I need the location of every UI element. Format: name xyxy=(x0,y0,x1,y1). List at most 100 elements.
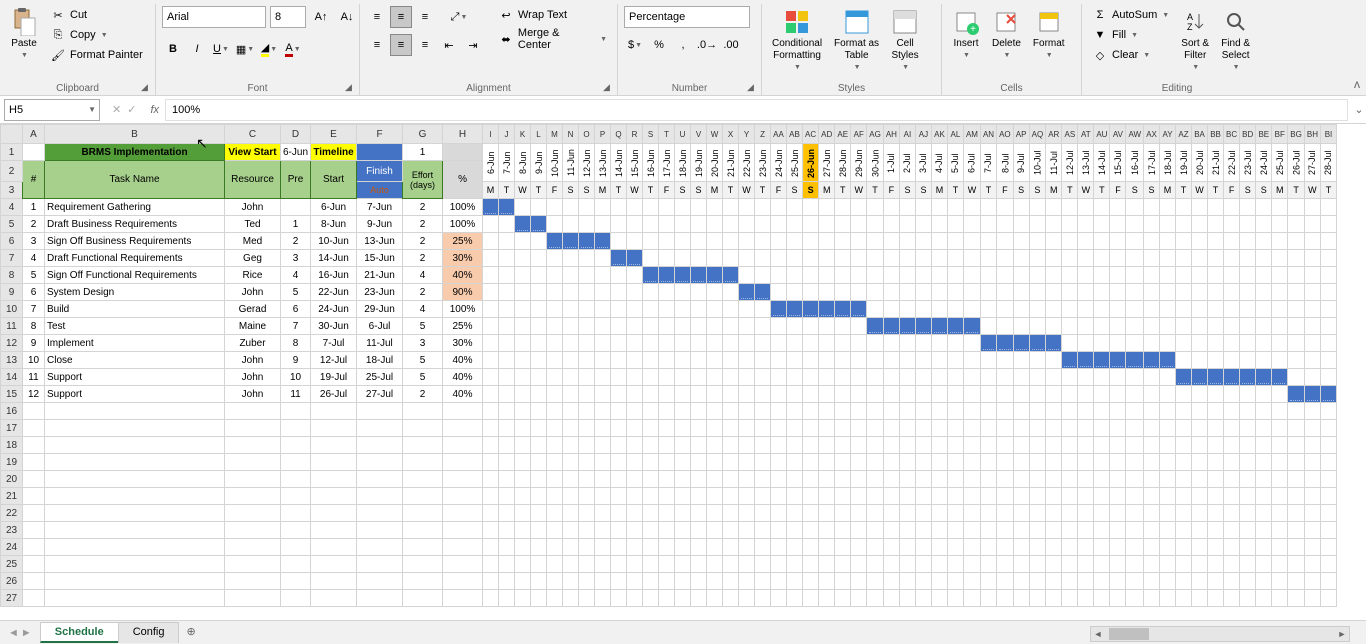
copy-button[interactable]: ⎘ Copy▼ xyxy=(46,26,147,44)
col-header-P[interactable]: P xyxy=(595,125,611,144)
col-header-AB[interactable]: AB xyxy=(787,125,803,144)
view-start-label-cell[interactable]: View Start xyxy=(225,144,281,161)
row-header-13[interactable]: 13 xyxy=(1,352,23,369)
col-header-BH[interactable]: BH xyxy=(1304,125,1320,144)
cancel-formula-button[interactable]: ✕ xyxy=(112,103,121,116)
empty-row[interactable]: 20 xyxy=(1,471,1337,488)
col-header-Q[interactable]: Q xyxy=(611,125,627,144)
row-header-2[interactable]: 2 xyxy=(1,161,23,182)
decrease-font-button[interactable]: A↓ xyxy=(336,6,358,28)
row-header-15[interactable]: 15 xyxy=(1,386,23,403)
delete-cells-button[interactable]: Delete▼ xyxy=(988,6,1025,62)
task-row-10[interactable]: 1310CloseJohn912-Jul18-Jul540% xyxy=(1,352,1337,369)
col-header-AF[interactable]: AF xyxy=(851,125,867,144)
task-row-1[interactable]: 41Requirement GatheringJohn6-Jun7-Jun210… xyxy=(1,199,1337,216)
fill-button[interactable]: ▼Fill▼ xyxy=(1088,26,1173,44)
increase-font-button[interactable]: A↑ xyxy=(310,6,332,28)
task-row-8[interactable]: 118TestMaine730-Jun6-Jul525% xyxy=(1,318,1337,335)
enter-formula-button[interactable]: ✓ xyxy=(127,103,136,116)
empty-row[interactable]: 22 xyxy=(1,505,1337,522)
row-header-11[interactable]: 11 xyxy=(1,318,23,335)
col-header-H[interactable]: H xyxy=(443,125,483,144)
scroll-left-arrow[interactable]: ◄ xyxy=(1091,629,1105,639)
col-header-AM[interactable]: AM xyxy=(963,125,980,144)
col-header-BB[interactable]: BB xyxy=(1208,125,1224,144)
col-header-AY[interactable]: AY xyxy=(1160,125,1176,144)
alignment-dialog-launcher[interactable]: ◢ xyxy=(603,82,615,94)
col-header-AE[interactable]: AE xyxy=(835,125,851,144)
tab-nav-prev[interactable]: ◄ xyxy=(8,627,19,639)
col-header-F[interactable]: F xyxy=(357,125,403,144)
col-header-BI[interactable]: BI xyxy=(1320,125,1336,144)
empty-row[interactable]: 18 xyxy=(1,437,1337,454)
row-header-26[interactable]: 26 xyxy=(1,573,23,590)
row-header-12[interactable]: 12 xyxy=(1,335,23,352)
empty-row[interactable]: 26 xyxy=(1,573,1337,590)
empty-row[interactable]: 16 xyxy=(1,403,1337,420)
col-header-AJ[interactable]: AJ xyxy=(915,125,931,144)
insert-cells-button[interactable]: + Insert▼ xyxy=(948,6,984,62)
task-row-11[interactable]: 1411SupportJohn1019-Jul25-Jul540% xyxy=(1,369,1337,386)
increase-decimal-button[interactable]: .0→ xyxy=(696,34,718,56)
col-header-AP[interactable]: AP xyxy=(1013,125,1029,144)
col-header-AI[interactable]: AI xyxy=(899,125,915,144)
row-header-6[interactable]: 6 xyxy=(1,233,23,250)
horizontal-scrollbar[interactable]: ◄ ► xyxy=(1090,626,1350,642)
col-header-AQ[interactable]: AQ xyxy=(1029,125,1046,144)
task-row-6[interactable]: 96System DesignJohn522-Jun23-Jun290% xyxy=(1,284,1337,301)
number-format-combo[interactable] xyxy=(624,6,750,28)
cell-styles-button[interactable]: Cell Styles▼ xyxy=(887,6,923,74)
borders-button[interactable]: ▦▼ xyxy=(234,38,256,60)
empty-row[interactable]: 24 xyxy=(1,539,1337,556)
col-header-AG[interactable]: AG xyxy=(867,125,884,144)
col-header-Y[interactable]: Y xyxy=(739,125,755,144)
merge-center-button[interactable]: ⬌ Merge & Center▼ xyxy=(494,26,611,52)
select-all-cell[interactable] xyxy=(1,125,23,144)
add-sheet-button[interactable]: ⊕ xyxy=(178,622,203,643)
font-name-combo[interactable] xyxy=(162,6,266,28)
col-header-AV[interactable]: AV xyxy=(1110,125,1126,144)
comma-format-button[interactable]: , xyxy=(672,34,694,56)
col-header-U[interactable]: U xyxy=(675,125,691,144)
col-header-AW[interactable]: AW xyxy=(1126,125,1144,144)
font-color-button[interactable]: A▼ xyxy=(282,38,304,60)
align-middle-button[interactable]: ≡ xyxy=(390,6,412,28)
underline-button[interactable]: U▼ xyxy=(210,38,232,60)
row-header-10[interactable]: 10 xyxy=(1,301,23,318)
row-header-9[interactable]: 9 xyxy=(1,284,23,301)
number-dialog-launcher[interactable]: ◢ xyxy=(747,82,759,94)
row-header-3[interactable]: 3 xyxy=(1,182,23,199)
paste-button[interactable]: Paste ▼ xyxy=(6,6,42,62)
col-header-G[interactable]: G xyxy=(403,125,443,144)
format-as-table-button[interactable]: Format as Table▼ xyxy=(830,6,883,74)
task-row-5[interactable]: 85Sign Off Functional RequirementsRice41… xyxy=(1,267,1337,284)
col-header-AN[interactable]: AN xyxy=(980,125,996,144)
empty-row[interactable]: 17 xyxy=(1,420,1337,437)
cut-button[interactable]: ✂ Cut xyxy=(46,6,147,24)
decrease-decimal-button[interactable]: .00 xyxy=(720,34,742,56)
col-header-D[interactable]: D xyxy=(281,125,311,144)
col-header-S[interactable]: S xyxy=(643,125,659,144)
find-select-button[interactable]: Find & Select▼ xyxy=(1217,6,1254,74)
clear-button[interactable]: ◇Clear▼ xyxy=(1088,46,1173,64)
sort-filter-button[interactable]: AZ Sort & Filter▼ xyxy=(1177,6,1213,74)
col-header-X[interactable]: X xyxy=(723,125,739,144)
row-header-22[interactable]: 22 xyxy=(1,505,23,522)
col-header-AL[interactable]: AL xyxy=(947,125,963,144)
col-header-BC[interactable]: BC xyxy=(1224,125,1240,144)
format-cells-button[interactable]: Format▼ xyxy=(1029,6,1069,62)
view-start-value-cell[interactable]: 6-Jun xyxy=(281,144,311,161)
row-header-24[interactable]: 24 xyxy=(1,539,23,556)
bold-button[interactable]: B xyxy=(162,38,184,60)
row-header-5[interactable]: 5 xyxy=(1,216,23,233)
col-header-AT[interactable]: AT xyxy=(1078,125,1094,144)
row-header-20[interactable]: 20 xyxy=(1,471,23,488)
scroll-thumb[interactable] xyxy=(1109,628,1149,640)
collapse-ribbon-button[interactable]: ʌ xyxy=(1354,77,1360,91)
scroll-right-arrow[interactable]: ► xyxy=(1335,629,1349,639)
row-header-21[interactable]: 21 xyxy=(1,488,23,505)
autosum-button[interactable]: ΣAutoSum▼ xyxy=(1088,6,1173,24)
row-header-25[interactable]: 25 xyxy=(1,556,23,573)
col-header-B[interactable]: B xyxy=(45,125,225,144)
col-header-AU[interactable]: AU xyxy=(1094,125,1110,144)
